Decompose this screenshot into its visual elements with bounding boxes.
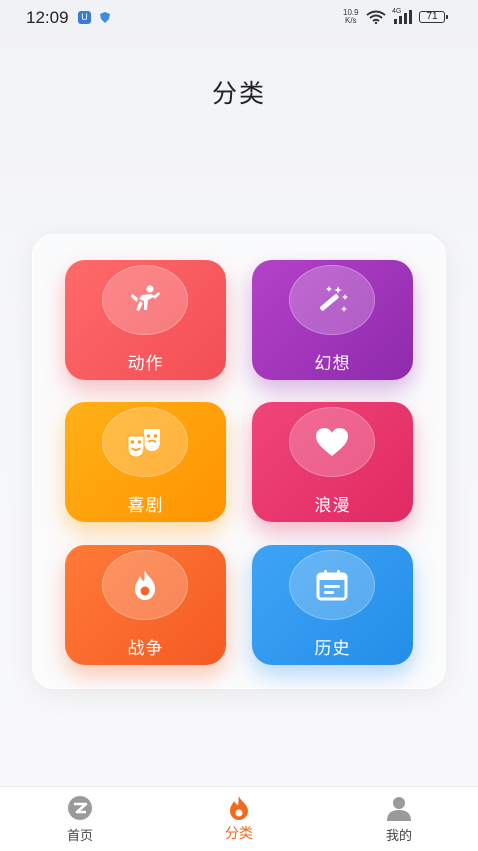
- martial-arts-kick-icon: [131, 285, 160, 311]
- category-card-comedy[interactable]: 喜剧: [65, 402, 226, 522]
- user-icon: [387, 797, 411, 821]
- category-card-romance[interactable]: 浪漫: [252, 402, 413, 522]
- category-label: 历史: [314, 639, 351, 659]
- bottom-nav: 首页 分类 我的: [0, 786, 478, 851]
- flame-icon: [135, 570, 155, 600]
- category-label: 幻想: [314, 354, 351, 374]
- home-logo-icon: [68, 796, 92, 820]
- status-bar: 12:09 U 10.9 K/s 4G 71: [0, 0, 478, 36]
- nav-home-label: 首页: [66, 829, 93, 844]
- category-card-history[interactable]: 历史: [252, 545, 413, 665]
- nav-profile[interactable]: 我的: [339, 787, 459, 851]
- icon-circle: [102, 265, 188, 335]
- magic-wand-icon: [319, 286, 348, 312]
- nav-category[interactable]: 分类: [179, 787, 299, 851]
- category-label: 浪漫: [314, 496, 351, 516]
- category-card-fantasy[interactable]: 幻想: [252, 260, 413, 380]
- heart-icon: [316, 428, 348, 456]
- icon-circle: [102, 407, 188, 477]
- signal-icon: [394, 10, 412, 24]
- flame-category-icon: [230, 796, 248, 820]
- icon-circle: [102, 550, 188, 620]
- network-speed: 10.9 K/s: [343, 8, 359, 25]
- nav-category-label: 分类: [225, 826, 253, 842]
- icon-circle: [289, 407, 375, 477]
- category-card-war[interactable]: 战争: [65, 545, 226, 665]
- nav-profile-label: 我的: [385, 829, 412, 844]
- app-notification-icon: U: [78, 11, 91, 24]
- category-label: 战争: [127, 639, 164, 659]
- battery-icon: 71: [419, 11, 448, 23]
- nav-home[interactable]: 首页: [20, 787, 140, 851]
- icon-circle: [289, 550, 375, 620]
- status-time: 12:09: [26, 8, 69, 27]
- category-card-action[interactable]: 动作: [65, 260, 226, 380]
- shield-notification-icon: [100, 12, 110, 23]
- wifi-icon: [366, 10, 386, 24]
- category-label: 动作: [127, 354, 164, 374]
- theater-masks-icon: [127, 429, 160, 458]
- page-title: 分类: [211, 79, 266, 108]
- calendar-icon: [316, 570, 348, 601]
- category-label: 喜剧: [127, 496, 164, 516]
- icon-circle: [289, 265, 375, 335]
